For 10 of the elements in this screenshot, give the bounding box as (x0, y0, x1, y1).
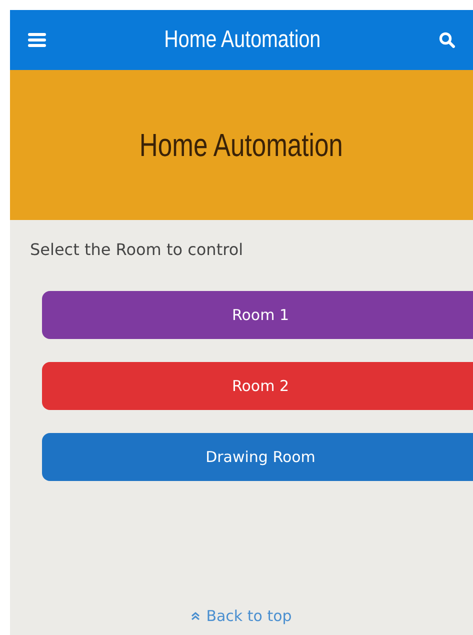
room-button[interactable]: Room 1 (42, 291, 473, 339)
room-button[interactable]: Drawing Room (42, 433, 473, 481)
double-chevron-up-icon (191, 612, 200, 620)
back-to-top-link[interactable]: Back to top (191, 607, 292, 625)
room-button[interactable]: Room 2 (42, 362, 473, 410)
prompt-text: Select the Room to control (30, 240, 244, 259)
banner-title: Home Automation (140, 126, 344, 164)
app-title: Home Automation (164, 26, 321, 54)
search-icon[interactable] (439, 32, 455, 48)
menu-icon[interactable] (28, 33, 46, 47)
